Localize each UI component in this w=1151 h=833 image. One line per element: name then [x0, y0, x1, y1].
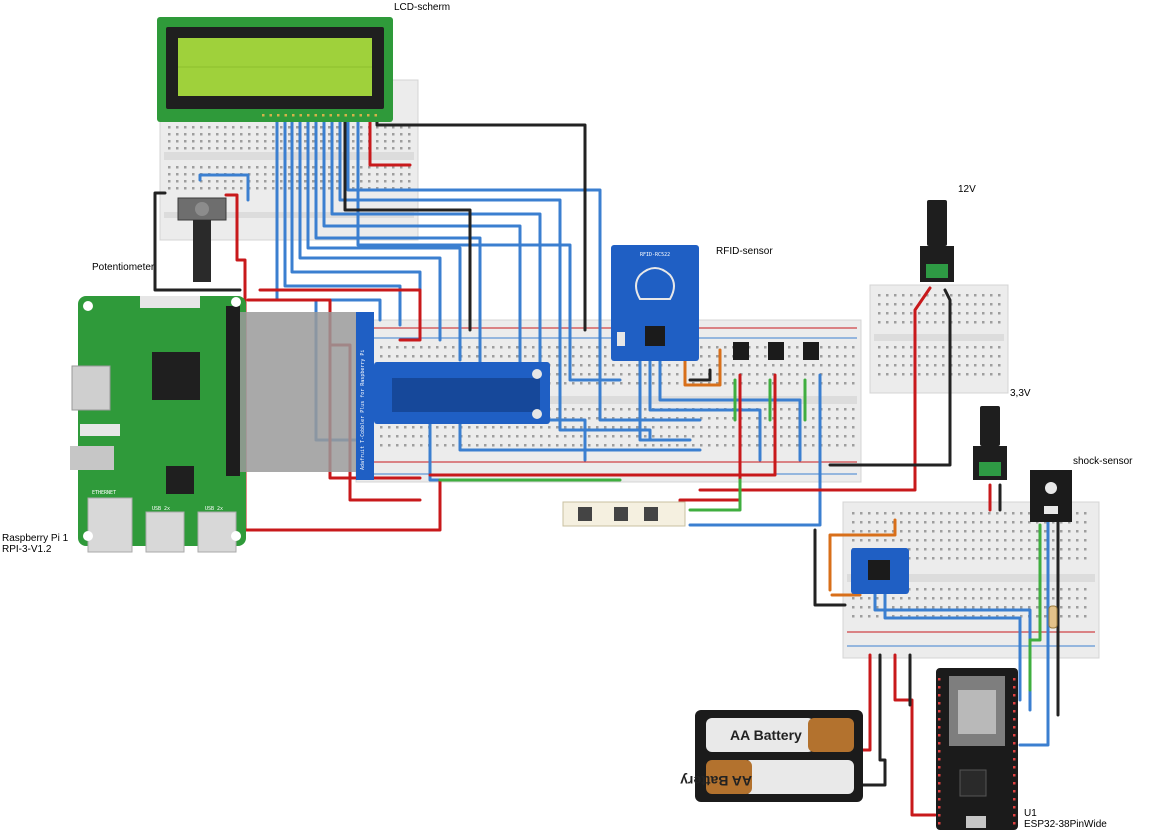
power-jack-12v — [920, 200, 954, 282]
label-potentiometer: Potentiometer — [92, 262, 155, 273]
circuit-diagram: LCD-scherm Potentiometer USB 2x USB 2x E… — [2, 2, 1133, 830]
cobbler-text: Adafruit T-Cobbler Plus for Raspberry Pi — [360, 350, 366, 470]
label-esp-line2: ESP32-38PinWide — [1024, 819, 1107, 830]
ribbon-cable — [240, 312, 358, 472]
rpi-ethernet-text: ETHERNET — [92, 490, 116, 496]
raspberry-pi-board: USB 2x USB 2x ETHERNET — [70, 296, 246, 553]
shock-sensor — [1030, 470, 1072, 522]
rgb-led-strip — [562, 501, 686, 527]
lcd-display — [157, 17, 393, 122]
resistor — [1048, 605, 1058, 629]
esp32-board — [936, 668, 1018, 830]
label-esp-line1: U1 — [1024, 808, 1037, 819]
gyro-module — [851, 548, 909, 594]
power-jack-3v3 — [973, 406, 1007, 480]
label-rfid: RFID-sensor — [716, 246, 773, 257]
rpi-usb1-text: USB 2x — [152, 506, 170, 512]
transistors — [733, 342, 819, 360]
label-aa1: AA Battery — [730, 727, 802, 743]
label-12v: 12V — [958, 184, 976, 195]
label-aa2: AA Battery — [680, 773, 752, 789]
rfid-module: RFID-RC522 — [611, 245, 699, 361]
rfid-chip-text: RFID-RC522 — [640, 252, 670, 258]
label-3v3: 3,3V — [1010, 388, 1031, 399]
breadboard-12v — [869, 284, 1009, 394]
label-shock: shock-sensor — [1073, 456, 1133, 467]
label-rpi-line2: RPI-3-V1.2 — [2, 544, 52, 555]
rpi-usb2-text: USB 2x — [205, 506, 223, 512]
label-rpi-line1: Raspberry Pi 1 — [2, 533, 69, 544]
label-lcd: LCD-scherm — [394, 2, 450, 13]
